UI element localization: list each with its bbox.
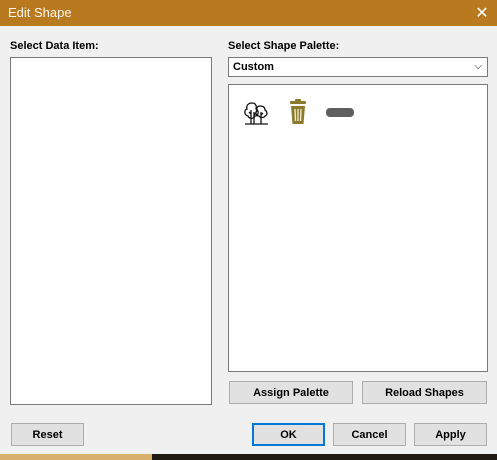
data-item-list[interactable] [10,57,212,405]
shape-item-rounded-bar[interactable] [325,97,355,127]
reset-button[interactable]: Reset [11,423,84,446]
select-data-item-label: Select Data Item: [10,40,99,52]
trees-icon [244,102,268,125]
shape-palette-area [228,84,488,372]
rounded-bar-icon [326,108,354,117]
shape-palette-dropdown[interactable]: Custom ⌵ [228,57,488,77]
window-title: Edit Shape [8,5,72,20]
shape-palette-value: Custom [233,61,274,73]
select-shape-palette-label: Select Shape Palette: [228,40,340,52]
ok-button[interactable]: OK [252,423,325,446]
reload-shapes-button[interactable]: Reload Shapes [362,381,487,404]
cancel-button[interactable]: Cancel [333,423,406,446]
taskbar-strip [0,454,497,460]
title-bar: Edit Shape ✕ [0,0,497,26]
shape-item-trash-bin[interactable] [283,97,313,127]
trash-bin-icon [290,99,306,124]
shape-item-trees[interactable] [241,97,271,127]
chevron-down-icon: ⌵ [474,61,482,72]
close-icon: ✕ [475,5,489,22]
assign-palette-button[interactable]: Assign Palette [229,381,353,404]
apply-button[interactable]: Apply [414,423,487,446]
close-button[interactable]: ✕ [467,0,497,26]
